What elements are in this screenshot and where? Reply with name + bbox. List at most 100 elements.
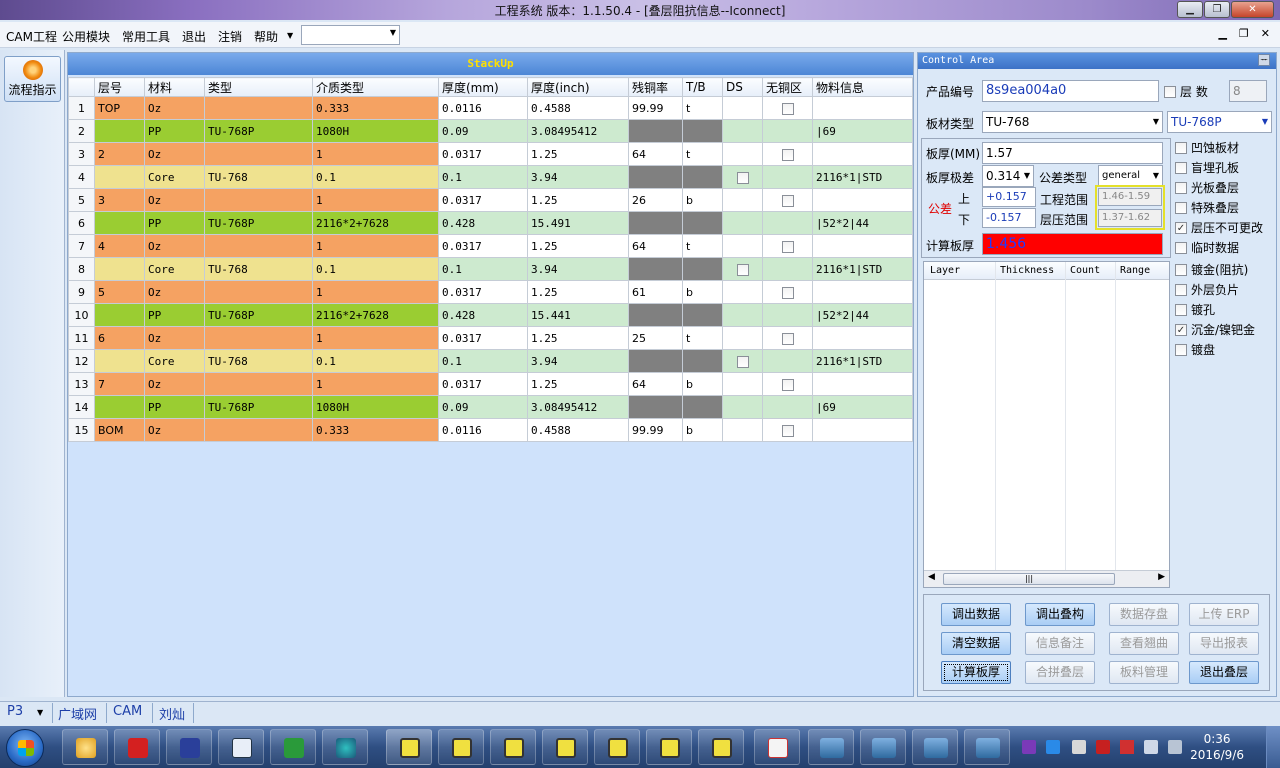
action-button-6[interactable]: 信息备注 (1025, 632, 1095, 655)
option-checkbox[interactable] (1175, 141, 1187, 154)
cell-cu[interactable] (628, 257, 683, 281)
cell-info[interactable] (812, 326, 913, 350)
no-copper-checkbox[interactable] (781, 332, 794, 345)
cell-mm[interactable]: 0.0317 (438, 280, 528, 304)
table-row[interactable]: 2 PP TU-768P 1080H 0.09 3.08495412 |69 (68, 119, 913, 143)
action-button-11[interactable]: 板料管理 (1109, 661, 1179, 684)
taskbar-app-eye[interactable] (322, 729, 368, 765)
cell-cu[interactable]: 64 (628, 142, 683, 166)
cell-mm[interactable]: 0.0317 (438, 188, 528, 212)
cell-cu[interactable] (628, 349, 683, 373)
cell-dielec[interactable]: 1 (312, 234, 439, 258)
row-number[interactable]: 8 (68, 257, 95, 281)
cell-info[interactable] (812, 372, 913, 396)
row-number[interactable]: 2 (68, 119, 95, 143)
layer-list[interactable]: Layer Thickness Count Range ◀ ||| ▶ (923, 261, 1170, 588)
scroll-thumb[interactable]: ||| (943, 573, 1115, 585)
speaker-icon[interactable] (1144, 740, 1158, 754)
cell-tb[interactable] (682, 395, 723, 419)
mdi-close-icon[interactable]: ✕ (1261, 27, 1270, 40)
ds-checkbox[interactable] (736, 355, 749, 368)
action-button-1[interactable]: 调出数据 (941, 603, 1011, 626)
product-input[interactable]: 8s9ea004a0 (982, 80, 1159, 102)
cell-dielec[interactable]: 0.1 (312, 257, 439, 281)
scroll-left-icon[interactable]: ◀ (928, 572, 935, 582)
cell-type[interactable] (204, 96, 313, 120)
cell-dielec[interactable]: 1080H (312, 395, 439, 419)
cell-inch[interactable]: 3.08495412 (527, 395, 629, 419)
cell-mat[interactable]: Core (144, 257, 205, 281)
col-header[interactable]: 材料 (144, 77, 205, 97)
board-type2-select[interactable]: TU-768P (1167, 111, 1272, 133)
table-row[interactable]: 8 Core TU-768 0.1 0.1 3.94 2116*1|STD (68, 257, 913, 281)
cell-inch[interactable]: 15.441 (527, 303, 629, 327)
cell-dielec[interactable]: 0.1 (312, 165, 439, 189)
taskbar-image-2[interactable] (860, 729, 906, 765)
cell-info[interactable] (812, 96, 913, 120)
cell-tb[interactable] (682, 165, 723, 189)
col-header[interactable]: 厚度(mm) (438, 77, 528, 97)
cell-info[interactable]: 2116*1|STD (812, 165, 913, 189)
cell-inch[interactable]: 3.08495412 (527, 119, 629, 143)
action-button-8[interactable]: 导出报表 (1189, 632, 1259, 655)
cell-cu[interactable] (628, 395, 683, 419)
cell-mm[interactable]: 0.0317 (438, 372, 528, 396)
option-6[interactable]: 临时数据 (1175, 239, 1239, 256)
cell-info[interactable] (812, 280, 913, 304)
cell-inch[interactable]: 15.491 (527, 211, 629, 235)
row-number[interactable]: 12 (68, 349, 95, 373)
cell-layer[interactable]: 3 (94, 188, 145, 212)
menu-common-tools[interactable]: 常用工具 (122, 28, 170, 45)
row-number[interactable]: 11 (68, 326, 95, 350)
cell-mm[interactable]: 0.0116 (438, 96, 528, 120)
col-header[interactable]: 无铜区 (762, 77, 813, 97)
table-row[interactable]: 9 5 Oz 1 0.0317 1.25 61 b (68, 280, 913, 304)
cell-layer[interactable]: 7 (94, 372, 145, 396)
upper-input[interactable]: +0.157 (982, 187, 1036, 207)
cell-type[interactable]: TU-768 (204, 349, 313, 373)
cell-type[interactable]: TU-768P (204, 303, 313, 327)
taskbar-window-7[interactable] (698, 729, 744, 765)
cell-layer[interactable] (94, 349, 145, 373)
cell-mat[interactable]: PP (144, 303, 205, 327)
menu-help[interactable]: 帮助 (254, 28, 278, 45)
option-checkbox[interactable] (1175, 283, 1187, 296)
clock[interactable]: 0:36 2016/9/6 (1190, 731, 1244, 763)
cell-inch[interactable]: 1.25 (527, 234, 629, 258)
cell-type[interactable] (204, 142, 313, 166)
no-copper-checkbox[interactable] (781, 148, 794, 161)
option-1[interactable]: 凹蚀板材 (1175, 139, 1239, 156)
table-row[interactable]: 6 PP TU-768P 2116*2+7628 0.428 15.491 |52*2|44 (68, 211, 913, 235)
cell-tb[interactable] (682, 349, 723, 373)
table-row[interactable]: 1 TOP Oz 0.333 0.0116 0.4588 99.99 t (68, 96, 913, 120)
cell-mat[interactable]: PP (144, 119, 205, 143)
cell-mat[interactable]: Oz (144, 418, 205, 442)
option-5[interactable]: 层压不可更改 (1175, 219, 1263, 236)
table-row[interactable]: 11 6 Oz 1 0.0317 1.25 25 t (68, 326, 913, 350)
col-header[interactable]: 介质类型 (312, 77, 439, 97)
cell-mat[interactable]: Core (144, 349, 205, 373)
no-copper-checkbox[interactable] (781, 378, 794, 391)
tray-flag-icon[interactable] (1072, 740, 1086, 754)
row-number[interactable]: 3 (68, 142, 95, 166)
row-number[interactable]: 7 (68, 234, 95, 258)
option-2[interactable]: 盲埋孔板 (1175, 159, 1239, 176)
cell-info[interactable]: 2116*1|STD (812, 349, 913, 373)
cell-inch[interactable]: 1.25 (527, 280, 629, 304)
cell-info[interactable]: 2116*1|STD (812, 257, 913, 281)
col-header[interactable]: DS (722, 77, 763, 97)
option-checkbox[interactable] (1175, 161, 1187, 174)
table-row[interactable]: 12 Core TU-768 0.1 0.1 3.94 2116*1|STD (68, 349, 913, 373)
taskbar-image-3[interactable] (912, 729, 958, 765)
option-checkbox[interactable] (1175, 263, 1187, 276)
cell-layer[interactable]: 4 (94, 234, 145, 258)
taskbar-window-5[interactable] (594, 729, 640, 765)
list-col-thickness[interactable]: Thickness (1000, 265, 1054, 276)
cell-mm[interactable]: 0.0116 (438, 418, 528, 442)
col-header[interactable]: 厚度(inch) (527, 77, 629, 97)
col-header[interactable]: 残铜率 (628, 77, 683, 97)
cell-info[interactable] (812, 188, 913, 212)
cell-layer[interactable] (94, 303, 145, 327)
menu-overflow-icon[interactable]: ▼ (287, 31, 293, 40)
table-row[interactable]: 10 PP TU-768P 2116*2+7628 0.428 15.441 |52*2|4… (68, 303, 913, 327)
